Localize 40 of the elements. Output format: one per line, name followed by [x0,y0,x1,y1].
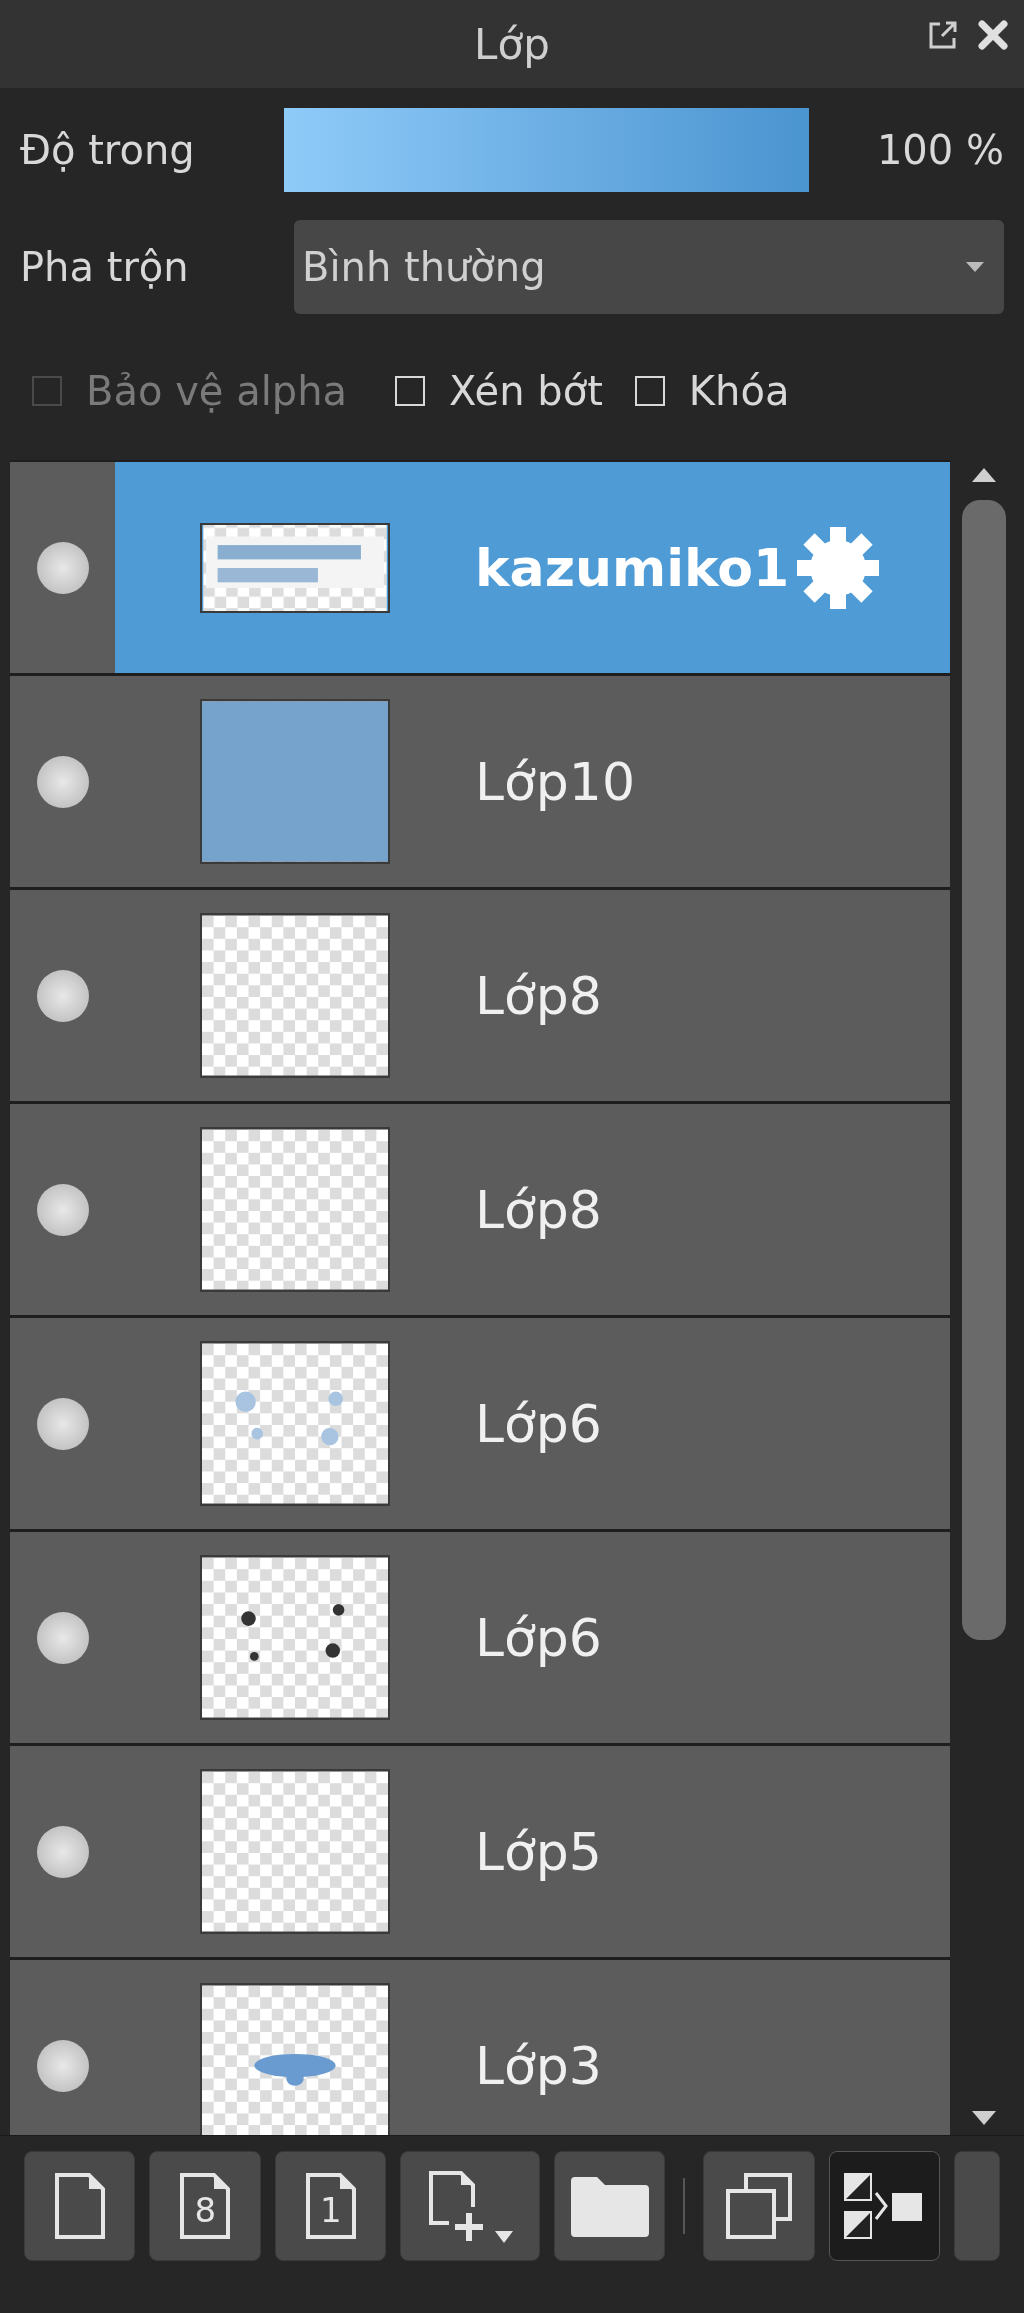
layer-row[interactable]: Lớp8 [10,1104,950,1315]
caret-icon [966,262,984,272]
add-page-button[interactable] [400,2150,540,2261]
checkbox-option[interactable]: Xén bớt [395,361,603,421]
layer-name: Lớp6 [475,1606,602,1670]
panel-title: Lớp [474,18,550,71]
layer-row[interactable]: Lớp10 [10,676,950,887]
opacity-slider[interactable] [284,108,809,192]
layer-row[interactable]: Lớp6 [10,1532,950,1743]
page-icon [178,2170,233,2241]
popout-icon[interactable] [928,20,958,50]
layer-row[interactable]: Lớp3 [10,1960,950,2135]
layer-row[interactable]: Lớp5 [10,1746,950,1957]
layer-name: Lớp10 [475,750,635,814]
folder-button[interactable] [553,2150,666,2261]
layer-row[interactable]: kazumiko1 [10,462,950,673]
layer-row[interactable]: Lớp6 [10,1318,950,1529]
toolbar-button[interactable]: 8 [149,2150,261,2261]
layer-name: Lớp8 [475,964,602,1028]
blend-mode-dropdown[interactable]: Bình thường [294,220,1004,314]
layer-name: Lớp8 [475,1178,602,1242]
folder-icon [568,2174,651,2237]
duplicate-icon [724,2170,794,2241]
layer-name: Lớp6 [475,1392,602,1456]
toolbar-button[interactable]: 1 [274,2150,387,2261]
close-icon[interactable] [978,20,1008,50]
blend-mode-label: Pha trộn [20,243,190,292]
opacity-label: Độ trong [20,126,196,175]
page-icon [52,2170,107,2241]
layer-name: kazumiko1 [475,536,790,600]
opacity-value: 100 % [876,126,1004,175]
layer-name: Lớp5 [475,1820,602,1884]
page-icon [303,2170,358,2241]
duplicate-button[interactable] [703,2150,815,2261]
layer-row[interactable]: Lớp8 [10,890,950,1101]
merge-button[interactable] [828,2150,941,2261]
checkbox-option[interactable]: Khóa [634,361,790,421]
layer-name: Lớp3 [475,2034,602,2098]
caret-icon [495,2230,514,2243]
page-button[interactable] [24,2150,136,2261]
